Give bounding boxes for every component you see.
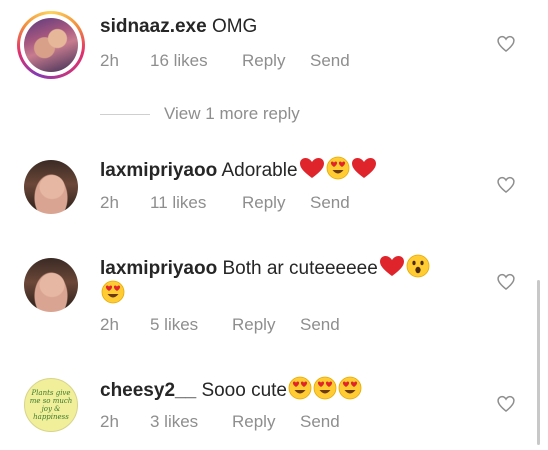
red-heart-icon [299,158,324,178]
comment-meta: 2h 16 likes Reply Send [100,51,350,71]
astonished-face-icon [406,254,430,278]
comment-body: OMG [211,16,258,37]
comment-emojis [378,254,430,279]
avatar[interactable] [24,18,78,72]
like-heart-icon[interactable] [496,394,516,414]
comment-username[interactable]: laxmipriyaoo [100,258,217,279]
avatar[interactable] [24,160,78,214]
reply-button[interactable]: Reply [232,315,300,335]
comment-text-line2 [100,280,440,308]
red-heart-icon [379,256,404,276]
reply-button[interactable]: Reply [232,412,300,432]
comment-meta: 2h 5 likes Reply Send [100,315,340,335]
send-button[interactable]: Send [310,193,350,213]
reply-button[interactable]: Reply [242,51,310,71]
comment-likes[interactable]: 16 likes [150,51,242,71]
comment-likes[interactable]: 11 likes [150,193,242,213]
like-heart-icon[interactable] [496,272,516,292]
reply-button[interactable]: Reply [242,193,310,213]
view-more-replies[interactable]: View 1 more reply [100,104,300,124]
comment-username[interactable]: cheesy2__ [100,380,196,401]
scrollbar[interactable] [537,280,540,445]
comment-body: Both ar cuteeeeee [222,258,378,279]
heart-eyes-icon [288,376,312,400]
comment-meta: 2h 3 likes Reply Send [100,412,340,432]
comment-text: laxmipriyaoo Both ar cuteeeeee [100,254,440,282]
comment-time: 2h [100,51,119,70]
comment-emojis [287,376,362,401]
send-button[interactable]: Send [300,315,340,335]
avatar-quote-text: Plants give me so much joy & happiness [29,389,73,421]
comment-likes[interactable]: 5 likes [150,315,232,335]
comments-screen: sidnaaz.exe OMG 2h 16 likes Reply Send V… [0,0,548,450]
avatar[interactable]: Plants give me so much joy & happiness [24,378,78,432]
comment-username[interactable]: laxmipriyaoo [100,160,217,181]
comment-text: laxmipriyaoo Adorable [100,156,440,184]
comment-meta: 2h 11 likes Reply Send [100,193,350,213]
avatar[interactable] [24,258,78,312]
comment-time: 2h [100,412,119,431]
heart-eyes-icon [326,156,349,180]
comment-body: Adorable [221,160,298,181]
comment-text: cheesy2__ Sooo cute [100,376,440,404]
comment-time: 2h [100,193,119,212]
view-more-label[interactable]: View 1 more reply [164,104,300,124]
heart-eyes-icon [313,376,337,400]
heart-eyes-icon [101,280,125,304]
comment-emojis [298,156,377,181]
comment-text: sidnaaz.exe OMG [100,14,440,40]
divider-line [100,113,150,115]
like-heart-icon[interactable] [496,34,516,54]
comment-body: Sooo cute [201,380,288,401]
comment-likes[interactable]: 3 likes [150,412,232,432]
comment-time: 2h [100,315,119,334]
send-button[interactable]: Send [300,412,340,432]
comment-username[interactable]: sidnaaz.exe [100,16,207,37]
send-button[interactable]: Send [310,51,350,71]
heart-eyes-icon [338,376,362,400]
story-ring[interactable] [17,11,85,79]
red-heart-icon [351,158,376,178]
like-heart-icon[interactable] [496,175,516,195]
